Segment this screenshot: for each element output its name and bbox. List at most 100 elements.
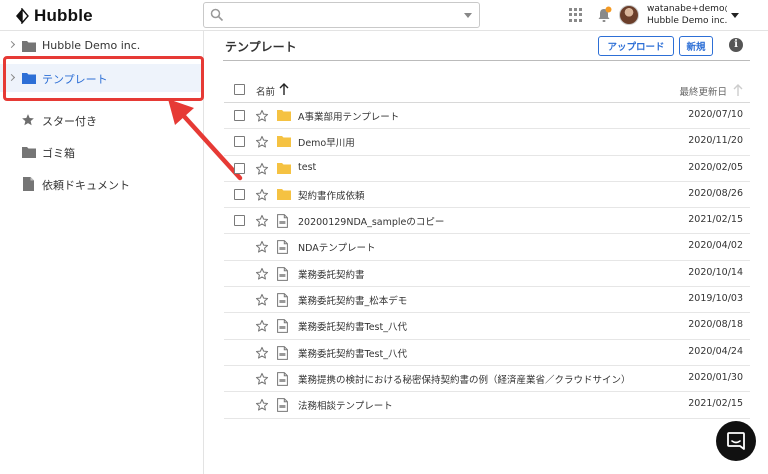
file-name[interactable]: 法務相談テンプレート bbox=[298, 398, 393, 412]
hubble-logo[interactable]: Hubble bbox=[14, 5, 93, 27]
file-name[interactable]: 業務委託契約書 bbox=[298, 267, 365, 281]
file-icon bbox=[277, 214, 288, 229]
file-name[interactable]: 業務委託契約書_松本デモ bbox=[298, 293, 407, 307]
star-outline-icon[interactable] bbox=[255, 319, 269, 333]
star-outline-icon[interactable] bbox=[255, 135, 269, 149]
table-row[interactable]: A事業部用テンプレート 2020/07/10 bbox=[224, 103, 750, 130]
row-checkbox[interactable] bbox=[234, 110, 245, 121]
file-icon bbox=[277, 266, 288, 281]
sidebar-item-label: 依頼ドキュメント bbox=[42, 179, 130, 192]
file-name[interactable]: test bbox=[298, 162, 316, 173]
row-checkbox[interactable] bbox=[234, 215, 245, 227]
folder-icon bbox=[22, 147, 36, 158]
notification-bell-icon[interactable] bbox=[596, 6, 612, 24]
chat-bubble-icon bbox=[727, 432, 745, 450]
document-icon bbox=[23, 177, 34, 191]
main-panel: テンプレート アップロード 新規 i 名前 最終更新日 A事業部用テンプレート 2… bbox=[205, 31, 768, 474]
file-date: 2021/02/15 bbox=[688, 398, 743, 410]
logo-text: Hubble bbox=[34, 6, 93, 25]
search-box[interactable] bbox=[203, 2, 480, 28]
star-icon bbox=[22, 114, 34, 126]
file-icon bbox=[277, 240, 288, 255]
star-outline-icon[interactable] bbox=[255, 240, 269, 254]
folder-icon bbox=[277, 188, 291, 200]
file-icon bbox=[277, 398, 288, 413]
title-divider bbox=[223, 60, 750, 61]
table-row[interactable]: 業務委託契約書Test_八代 2020/08/18 bbox=[224, 313, 750, 340]
file-name[interactable]: 契約書作成依頼 bbox=[298, 188, 365, 202]
star-outline-icon[interactable] bbox=[255, 162, 269, 176]
column-header-date[interactable]: 最終更新日 bbox=[679, 84, 727, 98]
star-outline-icon[interactable] bbox=[255, 188, 269, 202]
file-date: 2020/11/20 bbox=[688, 135, 743, 147]
folder-icon bbox=[22, 41, 36, 52]
user-menu[interactable]: watanabe+demo@h... Hubble Demo inc. bbox=[647, 3, 727, 27]
table-header: 名前 最終更新日 bbox=[224, 78, 750, 103]
apps-grid-icon[interactable] bbox=[569, 8, 583, 22]
row-checkbox[interactable] bbox=[234, 136, 245, 148]
upload-button[interactable]: アップロード bbox=[598, 36, 674, 56]
table-row[interactable]: 業務委託契約書_松本デモ 2019/10/03 bbox=[224, 287, 750, 314]
file-icon bbox=[277, 372, 288, 386]
info-icon[interactable]: i bbox=[729, 38, 743, 52]
table-row[interactable]: test 2020/02/05 bbox=[224, 156, 750, 182]
sidebar-item-label: ゴミ箱 bbox=[42, 147, 75, 160]
search-dropdown-icon[interactable] bbox=[464, 13, 472, 18]
star-outline-icon[interactable] bbox=[255, 346, 269, 360]
chevron-right-icon[interactable] bbox=[7, 40, 16, 49]
folder-icon bbox=[277, 136, 291, 148]
file-name[interactable]: A事業部用テンプレート bbox=[298, 109, 399, 123]
file-date: 2020/10/14 bbox=[688, 266, 743, 278]
sidebar-item-label: Hubble Demo inc. bbox=[42, 39, 141, 52]
column-header-name[interactable]: 名前 bbox=[256, 84, 275, 98]
file-icon bbox=[277, 319, 288, 334]
file-date: 2019/10/03 bbox=[688, 293, 743, 305]
file-date: 2020/08/26 bbox=[688, 187, 743, 199]
file-name[interactable]: 業務提携の検討における秘密保持契約書の例（経済産業省／クラウドサイン） bbox=[298, 372, 631, 386]
folder-icon bbox=[277, 162, 291, 174]
sort-ascending-icon[interactable] bbox=[279, 82, 289, 96]
new-button[interactable]: 新規 bbox=[679, 36, 713, 56]
table-row[interactable]: NDAテンプレート 2020/04/02 bbox=[224, 234, 750, 261]
hubble-logo-icon bbox=[16, 8, 29, 24]
row-checkbox[interactable] bbox=[234, 188, 245, 200]
sort-inactive-icon[interactable] bbox=[733, 83, 743, 97]
user-avatar[interactable] bbox=[619, 5, 639, 25]
table-row[interactable]: Demo早川用 2020/11/20 bbox=[224, 129, 750, 156]
user-email: watanabe+demo@h... bbox=[647, 4, 727, 14]
file-date: 2020/04/02 bbox=[688, 240, 743, 252]
user-org: Hubble Demo inc. bbox=[647, 16, 728, 26]
star-outline-icon[interactable] bbox=[255, 398, 269, 412]
file-icon bbox=[277, 293, 288, 307]
file-date: 2020/02/05 bbox=[688, 161, 743, 173]
search-input[interactable] bbox=[228, 6, 458, 24]
search-icon bbox=[210, 8, 224, 22]
file-date: 2020/08/18 bbox=[688, 319, 743, 331]
table-row[interactable]: 業務委託契約書Test_八代 2020/04/24 bbox=[224, 340, 750, 366]
app-header: Hubble watanabe+demo@h... Hubble Demo in… bbox=[0, 0, 768, 31]
row-checkbox[interactable] bbox=[234, 162, 245, 174]
table-row[interactable]: 業務委託契約書 2020/10/14 bbox=[224, 261, 750, 288]
file-name[interactable]: Demo早川用 bbox=[298, 135, 355, 149]
file-name[interactable]: 20200129NDA_sampleのコピー bbox=[298, 214, 444, 228]
file-name[interactable]: 業務委託契約書Test_八代 bbox=[298, 319, 407, 333]
select-all-checkbox[interactable] bbox=[234, 84, 245, 95]
file-name[interactable]: NDAテンプレート bbox=[298, 240, 375, 254]
star-outline-icon[interactable] bbox=[255, 372, 269, 386]
star-outline-icon[interactable] bbox=[255, 293, 269, 307]
page-title: テンプレート bbox=[225, 40, 297, 54]
table-row[interactable]: 業務提携の検討における秘密保持契約書の例（経済産業省／クラウドサイン） 2020/… bbox=[224, 366, 750, 393]
user-menu-caret-icon[interactable] bbox=[731, 13, 739, 18]
table-body: A事業部用テンプレート 2020/07/10 Demo早川用 2020/11/20 te… bbox=[224, 103, 750, 419]
file-date: 2020/04/24 bbox=[688, 345, 743, 357]
file-name[interactable]: 業務委託契約書Test_八代 bbox=[298, 346, 407, 360]
table-row[interactable]: 20200129NDA_sampleのコピー 2021/02/15 bbox=[224, 208, 750, 235]
table-row[interactable]: 契約書作成依頼 2020/08/26 bbox=[224, 182, 750, 209]
sidebar-item-label: スター付き bbox=[42, 115, 97, 128]
star-outline-icon[interactable] bbox=[255, 109, 269, 123]
table-row[interactable]: 法務相談テンプレート 2021/02/15 bbox=[224, 392, 750, 419]
star-outline-icon[interactable] bbox=[255, 267, 269, 281]
highlight-annotation bbox=[3, 56, 204, 101]
star-outline-icon[interactable] bbox=[255, 214, 269, 228]
chat-support-button[interactable] bbox=[716, 421, 756, 461]
